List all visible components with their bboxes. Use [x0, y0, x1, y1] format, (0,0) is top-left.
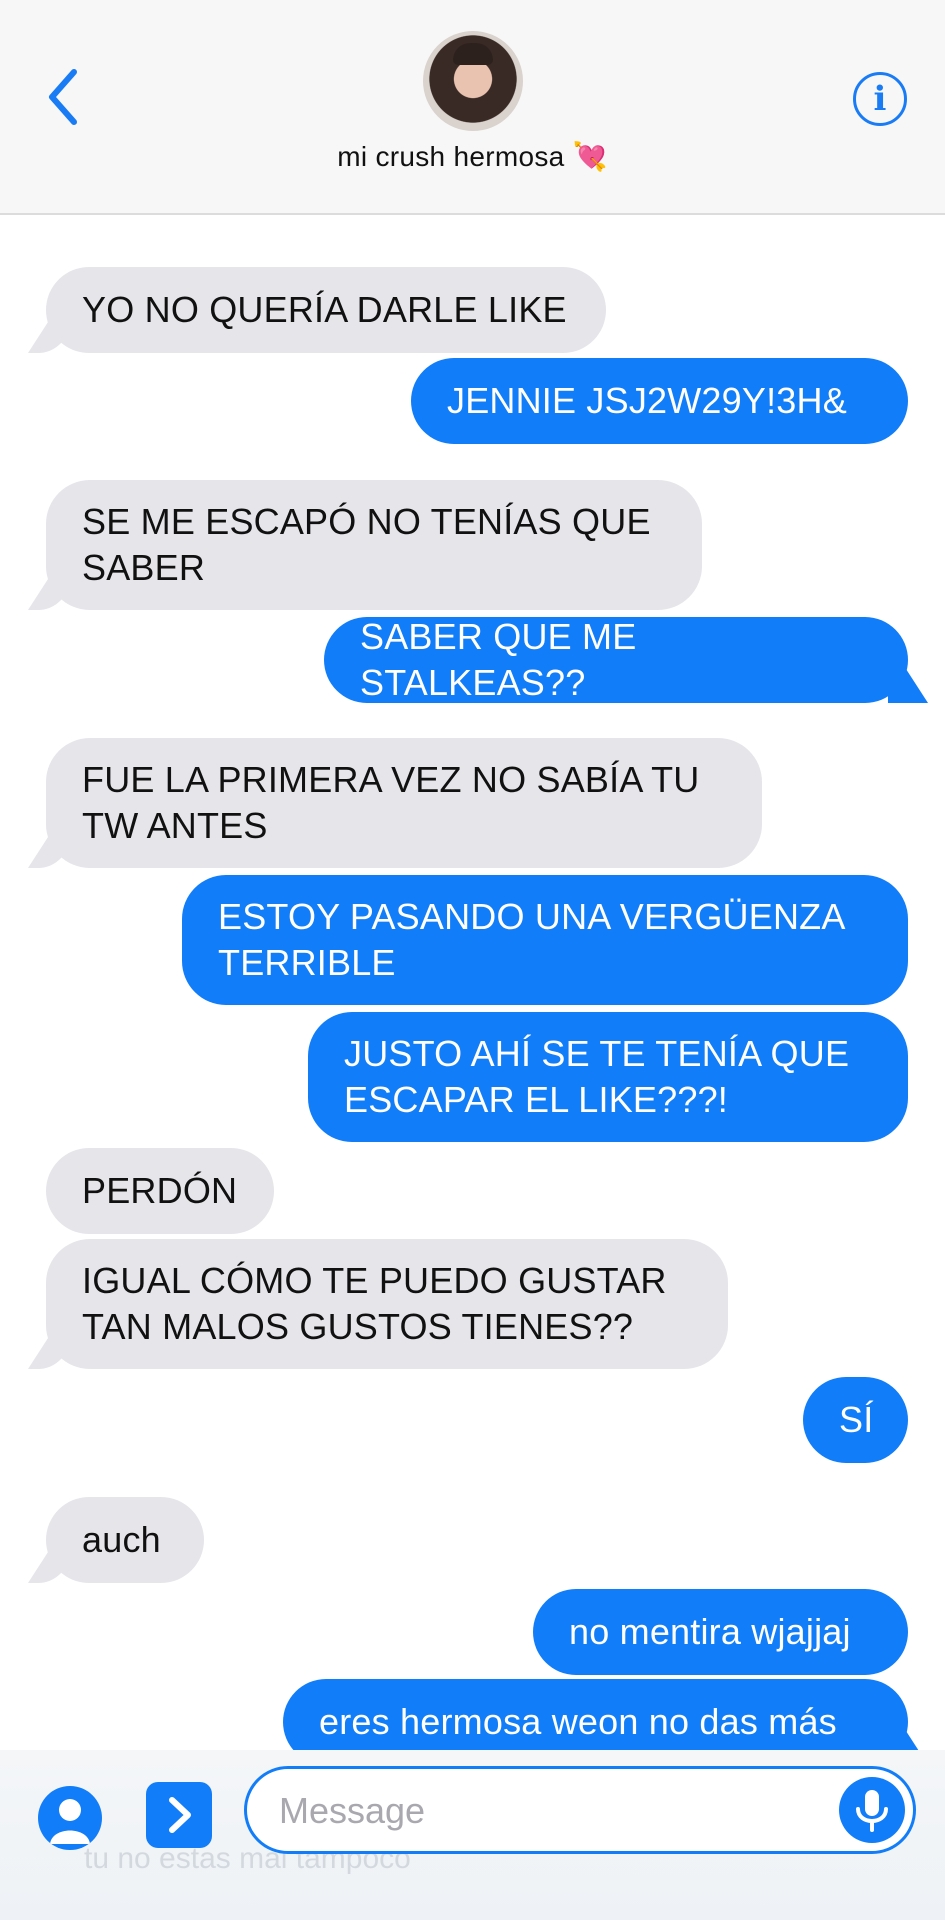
message-text: SÍ — [839, 1399, 874, 1440]
contact-avatar[interactable] — [423, 31, 523, 131]
message-text: PERDÓN — [82, 1170, 238, 1211]
apps-button[interactable] — [146, 1782, 212, 1848]
contact-button[interactable] — [38, 1786, 102, 1850]
microphone-icon — [856, 1790, 888, 1832]
compose-bar: tu no estas mal tampoco — [0, 1750, 945, 1920]
message-text: JUSTO AHÍ SE TE TENÍA QUE ESCAPAR EL LIK… — [344, 1033, 850, 1120]
message-text: auch — [82, 1519, 161, 1560]
message-text: IGUAL CÓMO TE PUEDO GUSTAR TAN MALOS GUS… — [82, 1260, 667, 1347]
message-text: ESTOY PASANDO UNA VERGÜENZA TERRIBLE — [218, 896, 844, 983]
info-icon: i — [873, 79, 887, 119]
message-text: eres hermosa weon no das más — [319, 1701, 837, 1742]
message-bubble-received[interactable]: YO NO QUERÍA DARLE LIKE — [46, 267, 606, 353]
message-bubble-sent[interactable]: no mentira wjajjaj — [533, 1589, 908, 1675]
message-bubble-received[interactable]: FUE LA PRIMERA VEZ NO SABÍA TU TW ANTES — [46, 738, 762, 868]
message-bubble-sent[interactable]: JUSTO AHÍ SE TE TENÍA QUE ESCAPAR EL LIK… — [308, 1012, 908, 1142]
message-text: SABER QUE ME STALKEAS?? — [360, 616, 637, 703]
message-text: SE ME ESCAPÓ NO TENÍAS QUE SABER — [82, 501, 651, 588]
chevron-right-icon — [169, 1797, 191, 1833]
message-bubble-received[interactable]: PERDÓN — [46, 1148, 274, 1234]
back-button[interactable] — [40, 62, 90, 132]
message-bubble-sent[interactable]: ESTOY PASANDO UNA VERGÜENZA TERRIBLE — [182, 875, 908, 1005]
message-text: no mentira wjajjaj — [569, 1611, 851, 1652]
microphone-button[interactable] — [839, 1777, 905, 1843]
message-field[interactable] — [244, 1766, 916, 1854]
chevron-left-icon — [49, 69, 77, 125]
message-input[interactable] — [279, 1785, 819, 1837]
message-bubble-received[interactable]: auch — [46, 1497, 204, 1583]
message-text: JENNIE JSJ2W29Y!3H& — [447, 380, 847, 421]
message-bubble-received[interactable]: IGUAL CÓMO TE PUEDO GUSTAR TAN MALOS GUS… — [46, 1239, 728, 1369]
message-text: YO NO QUERÍA DARLE LIKE — [82, 289, 567, 330]
message-bubble-sent[interactable]: JENNIE JSJ2W29Y!3H& — [411, 358, 908, 444]
message-bubble-sent[interactable]: eres hermosa weon no das más — [283, 1679, 908, 1750]
info-button[interactable]: i — [853, 72, 907, 126]
message-bubble-sent[interactable]: SABER QUE ME STALKEAS?? — [324, 616, 908, 703]
message-bubble-sent[interactable]: SÍ — [803, 1377, 908, 1463]
conversation-header: mi crush hermosa 💘 i — [0, 0, 945, 215]
contact-name[interactable]: mi crush hermosa 💘 — [0, 140, 945, 173]
person-icon — [50, 1799, 90, 1844]
message-text: FUE LA PRIMERA VEZ NO SABÍA TU TW ANTES — [82, 759, 700, 846]
message-bubble-received[interactable]: SE ME ESCAPÓ NO TENÍAS QUE SABER — [46, 480, 702, 610]
message-thread[interactable]: YO NO QUERÍA DARLE LIKE JENNIE JSJ2W29Y!… — [0, 215, 945, 1750]
